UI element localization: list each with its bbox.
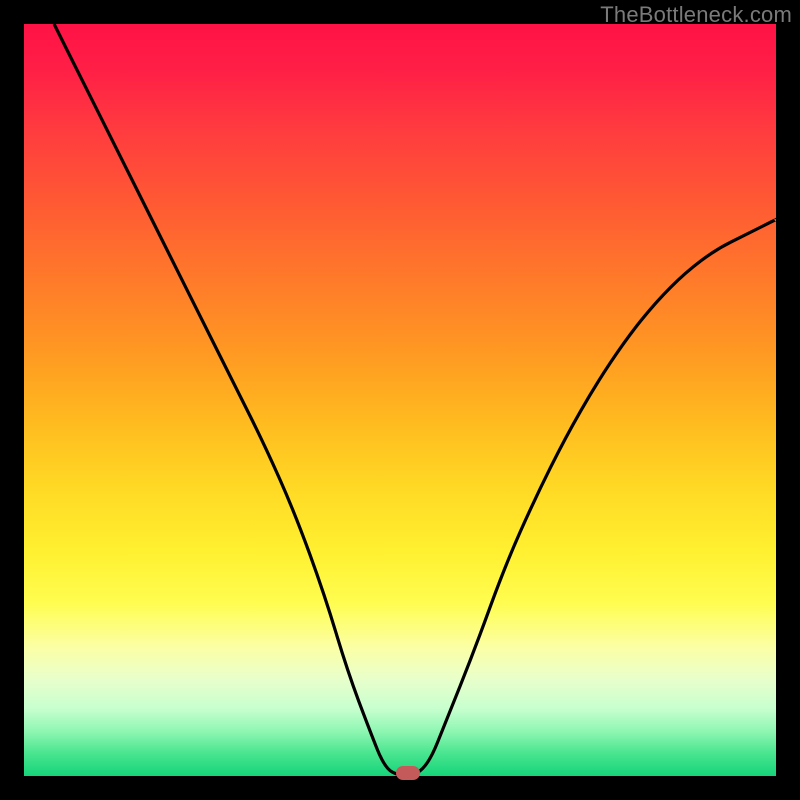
curve-path [54,24,776,776]
optimum-marker [396,766,420,780]
watermark-text: TheBottleneck.com [600,2,792,28]
chart-frame: TheBottleneck.com [0,0,800,800]
bottleneck-curve [24,24,776,776]
plot-area [24,24,776,776]
